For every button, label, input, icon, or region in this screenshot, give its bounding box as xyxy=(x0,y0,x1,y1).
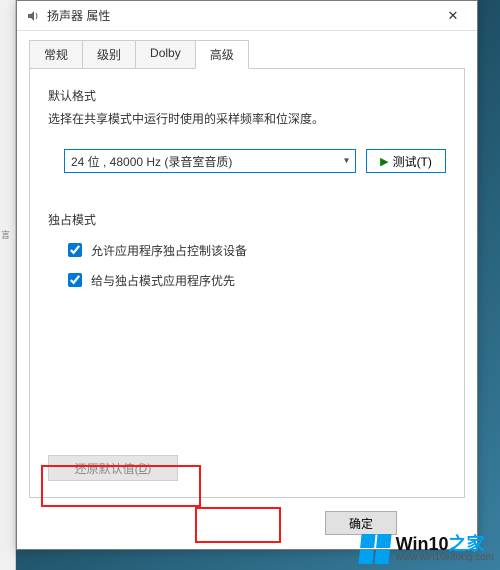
windows-logo-icon xyxy=(358,534,391,564)
checkbox-allow-exclusive-input[interactable] xyxy=(68,243,82,257)
titlebar[interactable]: 扬声器 属性 ✕ xyxy=(17,1,477,31)
speaker-icon xyxy=(25,8,41,24)
ok-button[interactable]: 确定 xyxy=(325,511,397,535)
speaker-properties-dialog: 扬声器 属性 ✕ 常规 级别 Dolby 高级 默认格式 选择在共享模式中运行时… xyxy=(16,0,478,550)
default-format-description: 选择在共享模式中运行时使用的采样频率和位深度。 xyxy=(48,110,446,127)
ok-button-label: 确定 xyxy=(349,515,373,532)
tab-content-advanced: 默认格式 选择在共享模式中运行时使用的采样频率和位深度。 24 位 , 4800… xyxy=(29,68,465,498)
checkbox-allow-exclusive[interactable]: 允许应用程序独占控制该设备 xyxy=(64,240,446,260)
checkbox-exclusive-priority[interactable]: 给与独占模式应用程序优先 xyxy=(64,270,446,290)
restore-defaults-label-pre: 还原默认值( xyxy=(75,460,139,477)
watermark-url: www.win10xitong.com xyxy=(396,553,494,563)
restore-defaults-button: 还原默认值(D) xyxy=(48,455,178,481)
checkbox-exclusive-priority-label: 给与独占模式应用程序优先 xyxy=(91,272,235,289)
background-left-strip: 言 O efi xyxy=(0,0,16,570)
checkbox-allow-exclusive-label: 允许应用程序独占控制该设备 xyxy=(91,242,247,259)
format-select[interactable]: 24 位 , 48000 Hz (录音室音质) ▾ xyxy=(64,149,356,173)
tabstrip: 常规 级别 Dolby 高级 xyxy=(29,40,465,69)
restore-defaults-hotkey: D xyxy=(139,461,148,475)
close-icon: ✕ xyxy=(448,8,459,24)
exclusive-mode-label: 独占模式 xyxy=(48,211,446,228)
tab-advanced[interactable]: 高级 xyxy=(195,40,249,69)
tab-dolby[interactable]: Dolby xyxy=(135,40,196,69)
default-format-label: 默认格式 xyxy=(48,87,446,104)
watermark-brand-prefix: Win10 xyxy=(396,534,449,554)
close-button[interactable]: ✕ xyxy=(433,2,473,30)
dialog-body: 常规 级别 Dolby 高级 默认格式 选择在共享模式中运行时使用的采样频率和位… xyxy=(17,31,477,498)
tab-levels[interactable]: 级别 xyxy=(82,40,136,69)
watermark-text: Win10之家 www.win10xitong.com xyxy=(396,535,494,563)
format-row: 24 位 , 48000 Hz (录音室音质) ▾ ▶ 测试(T) xyxy=(64,149,446,173)
format-select-value: 24 位 , 48000 Hz (录音室音质) xyxy=(71,153,232,170)
checkbox-exclusive-priority-input[interactable] xyxy=(68,273,82,287)
restore-defaults-label-post: ) xyxy=(147,461,151,475)
test-button[interactable]: ▶ 测试(T) xyxy=(366,149,446,173)
window-title: 扬声器 属性 xyxy=(47,7,433,24)
chevron-down-icon: ▾ xyxy=(344,156,349,167)
watermark: Win10之家 www.win10xitong.com xyxy=(360,534,494,564)
watermark-brand-suffix: 之家 xyxy=(448,534,484,554)
tab-general[interactable]: 常规 xyxy=(29,40,83,69)
truncated-background-text: 言 O efi xyxy=(0,230,16,260)
play-icon: ▶ xyxy=(380,155,388,168)
test-button-label: 测试(T) xyxy=(393,153,432,170)
